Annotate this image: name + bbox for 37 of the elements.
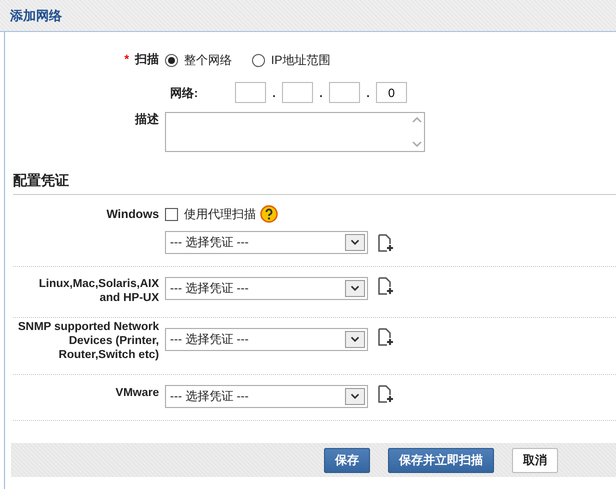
add-document-icon[interactable] xyxy=(378,385,394,403)
dropdown-caret-icon xyxy=(345,331,365,348)
scan-option[interactable]: 整个网络 xyxy=(165,52,232,69)
ip-octet-field[interactable] xyxy=(282,82,313,103)
description-field[interactable] xyxy=(165,112,425,152)
credential-select[interactable]: --- 选择凭证 --- xyxy=(165,277,368,300)
ip-separator: . xyxy=(271,86,277,100)
credential-select[interactable]: --- 选择凭证 --- xyxy=(165,231,368,254)
ip-octet-field[interactable]: 0 xyxy=(376,82,407,103)
ip-octet-field[interactable] xyxy=(329,82,360,103)
save-button[interactable]: 保存并立即扫描 xyxy=(388,448,494,472)
scan-option[interactable]: IP地址范围 xyxy=(252,52,330,69)
credential-select[interactable]: --- 选择凭证 --- xyxy=(165,328,368,351)
save-button[interactable]: 保存 xyxy=(324,448,370,472)
add-document-icon[interactable] xyxy=(378,234,394,252)
add-document-icon[interactable] xyxy=(378,328,394,346)
credential-label: VMware xyxy=(116,386,159,400)
credential-label: Windows xyxy=(106,207,159,221)
ip-separator: . xyxy=(318,86,324,100)
dropdown-caret-icon xyxy=(345,280,365,297)
network-label: 网络: xyxy=(170,86,199,100)
credential-select[interactable]: --- 选择凭证 --- xyxy=(165,385,368,408)
page-title: 添加网络 xyxy=(10,6,62,24)
agent-scan-checkbox[interactable] xyxy=(165,208,178,220)
ip-separator: . xyxy=(365,86,371,100)
ip-octet-field[interactable] xyxy=(235,82,266,103)
cancel-button[interactable]: 取消 xyxy=(512,448,558,472)
credential-label: Linux,Mac,Solaris,AIX and HP-UX xyxy=(38,277,159,305)
description-label: 描述 xyxy=(135,112,159,126)
section-title: 配置凭证 xyxy=(13,172,69,188)
help-icon[interactable] xyxy=(260,205,278,223)
credential-label: SNMP supported Network Devices (Printer, Router,Switch etc) xyxy=(17,320,159,362)
scan-label: * 扫描 xyxy=(124,52,159,66)
add-document-icon[interactable] xyxy=(378,277,394,295)
agent-scan-label: 使用代理扫描 xyxy=(184,206,256,222)
dropdown-caret-icon xyxy=(345,388,365,405)
dropdown-caret-icon xyxy=(345,234,365,251)
